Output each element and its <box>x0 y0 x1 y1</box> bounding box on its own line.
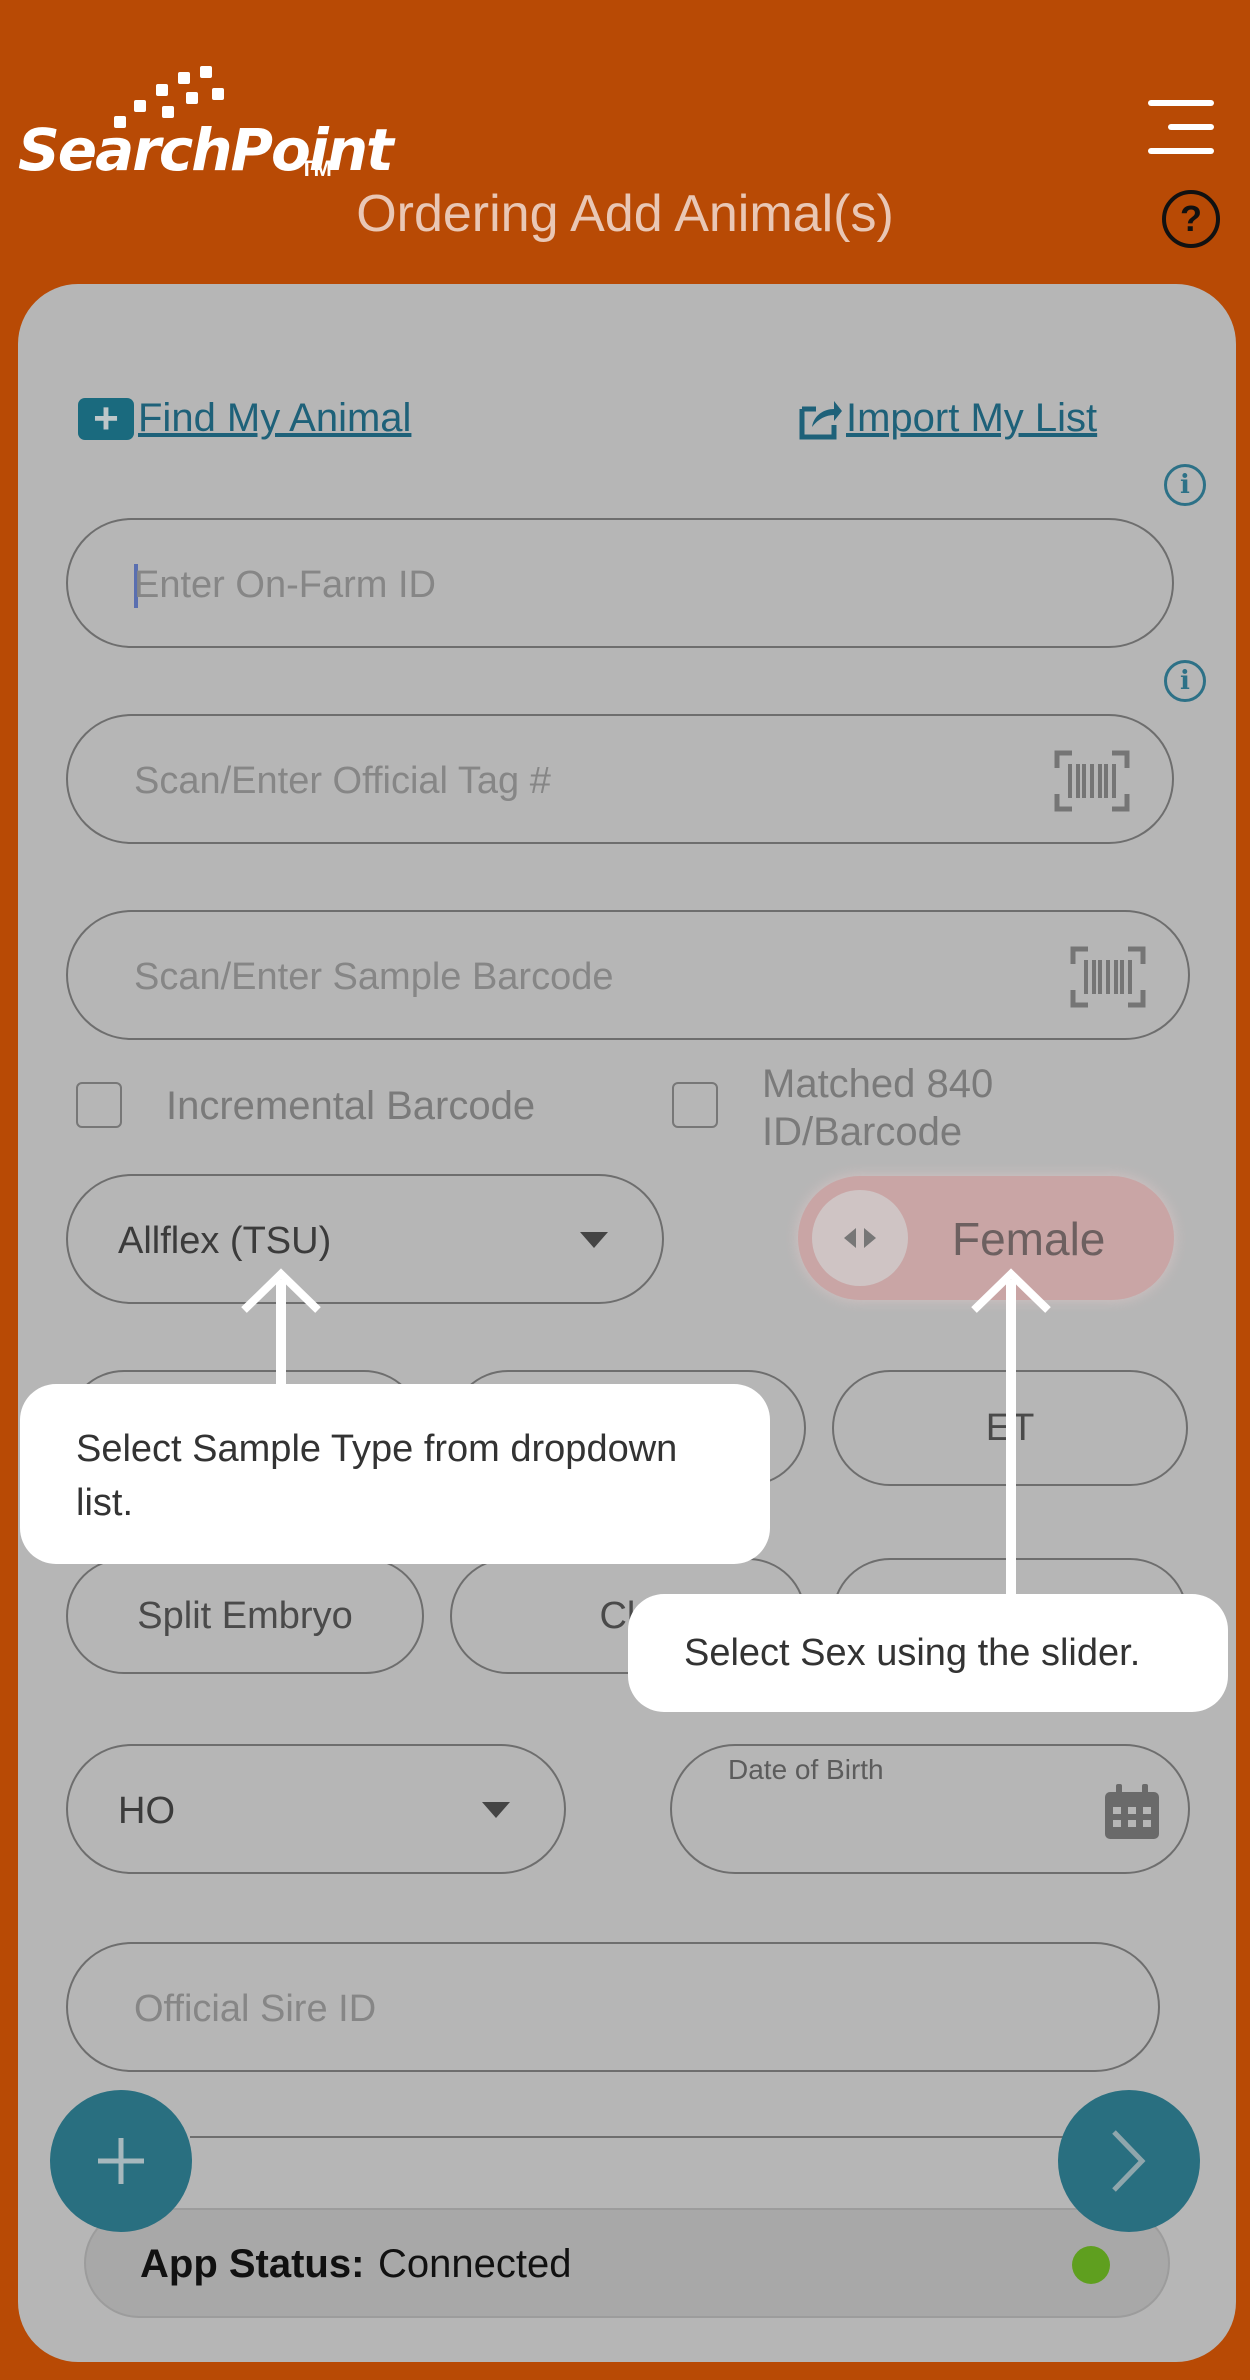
chevron-down-icon <box>482 1802 510 1818</box>
arrow-up-icon <box>971 1268 1051 1313</box>
info-icon-on-farm-id[interactable]: i <box>1164 464 1206 506</box>
divider <box>190 2136 1090 2138</box>
next-button[interactable] <box>1058 2090 1200 2232</box>
official-sire-id-input[interactable]: Official Sire ID <box>66 1942 1160 2072</box>
chevron-right-icon <box>1112 2130 1146 2192</box>
help-icon[interactable]: ? <box>1162 190 1220 248</box>
on-farm-id-placeholder: Enter On-Farm ID <box>134 564 436 606</box>
sex-value: Female <box>952 1213 1106 1265</box>
matched-840-checkbox[interactable] <box>672 1082 718 1128</box>
import-my-list-label: Import My List <box>846 396 1098 440</box>
incremental-barcode-checkbox[interactable] <box>76 1082 122 1128</box>
breed-dropdown[interactable]: HO <box>66 1744 566 1874</box>
sample-type-tooltip: Select Sample Type from dropdown list. <box>20 1384 770 1564</box>
page-title: Ordering Add Animal(s) <box>356 185 894 243</box>
breed-value: HO <box>118 1790 175 1832</box>
arrow-up-icon <box>241 1268 321 1313</box>
logo-trademark: TM <box>300 156 332 181</box>
date-of-birth-field[interactable]: Date of Birth <box>670 1744 1190 1874</box>
chevron-down-icon <box>580 1232 608 1248</box>
calendar-icon[interactable] <box>1102 1784 1162 1842</box>
import-my-list-link[interactable]: Import My List <box>798 396 1097 441</box>
add-animal-button[interactable] <box>50 2090 192 2232</box>
matched-label-line1: Matched 840 <box>762 1062 994 1106</box>
official-sire-id-placeholder: Official Sire ID <box>134 1988 377 2030</box>
official-tag-placeholder: Scan/Enter Official Tag # <box>134 760 551 802</box>
on-farm-id-input[interactable]: Enter On-Farm ID <box>66 518 1174 648</box>
incremental-barcode-label: Incremental Barcode <box>166 1084 536 1128</box>
find-my-animal-label: Find My Animal <box>138 396 412 440</box>
app-status-label: App Status: <box>140 2242 365 2286</box>
logo-text: SearchPoint <box>18 116 394 184</box>
info-icon-official-tag[interactable]: i <box>1164 660 1206 702</box>
sample-barcode-placeholder: Scan/Enter Sample Barcode <box>134 956 614 998</box>
date-of-birth-label: Date of Birth <box>728 1754 884 1785</box>
plus-box-icon: + <box>78 396 134 440</box>
barcode-scan-icon[interactable] <box>1070 946 1146 1008</box>
barcode-scan-icon[interactable] <box>1054 750 1130 812</box>
sample-type-value: Allflex (TSU) <box>118 1220 332 1262</box>
share-export-icon <box>799 400 842 439</box>
sample-barcode-input[interactable]: Scan/Enter Sample Barcode <box>66 910 1190 1040</box>
hamburger-menu-icon[interactable] <box>1148 100 1214 156</box>
official-tag-input[interactable]: Scan/Enter Official Tag # <box>66 714 1174 844</box>
find-my-animal-link[interactable]: + Find My Animal <box>78 396 411 441</box>
matched-840-label: Matched 840 ID/Barcode <box>762 1060 993 1156</box>
plus-icon <box>98 2138 144 2184</box>
chip-split-embryo[interactable]: Split Embryo <box>66 1558 424 1674</box>
slider-thumb[interactable] <box>812 1190 908 1286</box>
tooltip-pointer-line <box>1006 1280 1016 1596</box>
app-status-value: Connected <box>378 2242 572 2286</box>
sex-slider-tooltip: Select Sex using the slider. <box>628 1594 1228 1712</box>
connection-status-indicator <box>1072 2246 1110 2284</box>
searchpoint-logo: SearchPoint TM <box>18 66 394 186</box>
sample-type-dropdown[interactable]: Allflex (TSU) <box>66 1174 664 1304</box>
app-status-bar: App Status: Connected <box>84 2208 1170 2318</box>
matched-label-line2: ID/Barcode <box>762 1110 963 1154</box>
left-right-arrows-icon <box>844 1228 876 1248</box>
